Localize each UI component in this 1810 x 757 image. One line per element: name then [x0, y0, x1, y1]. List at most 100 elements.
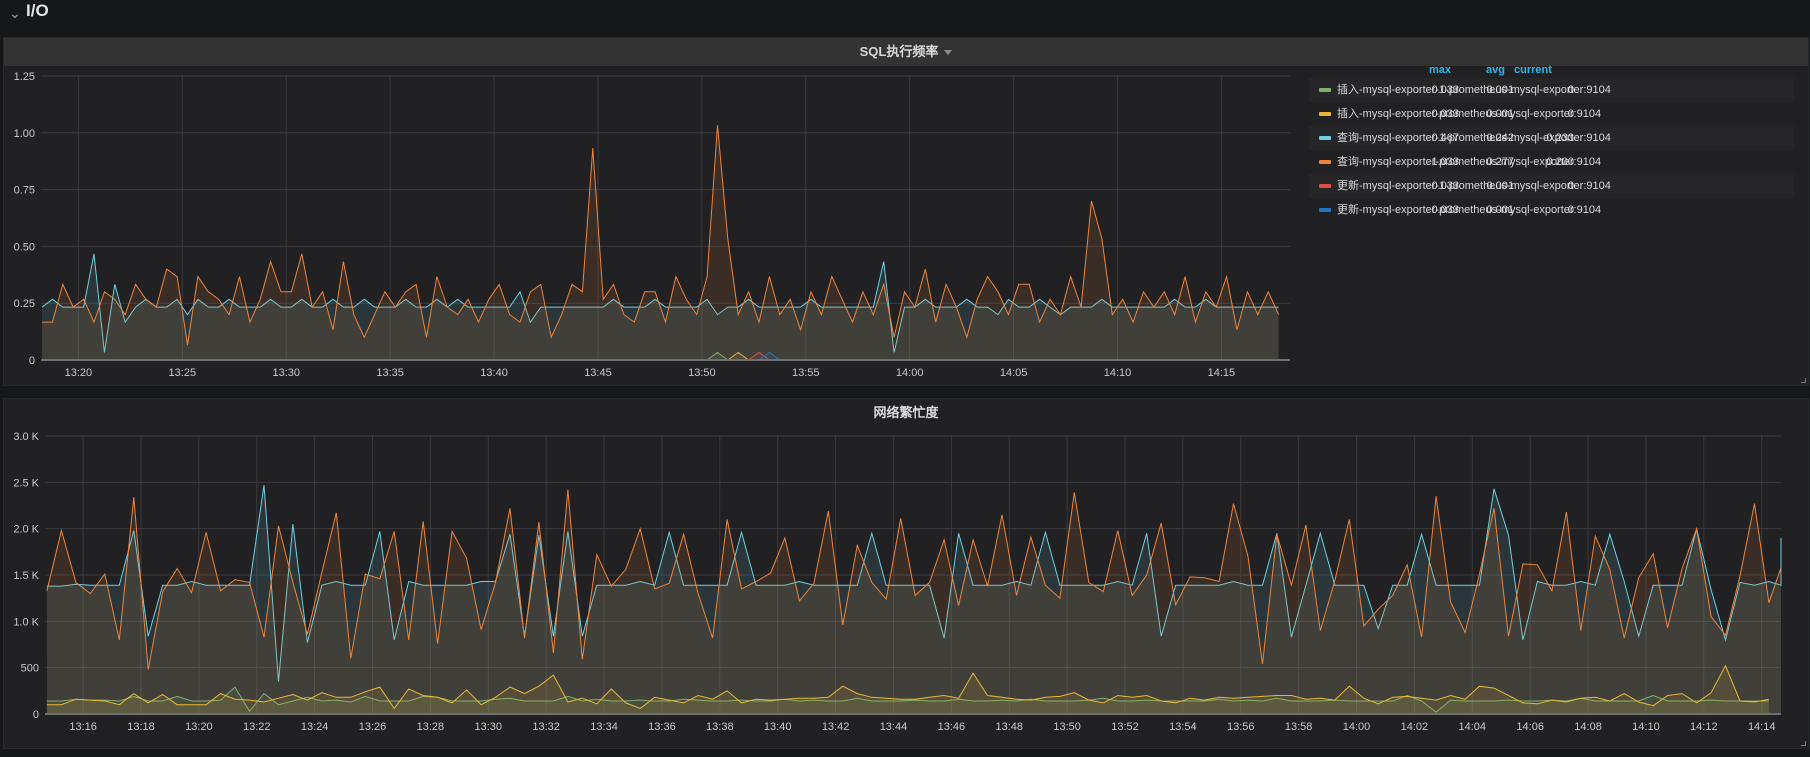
y-tick-label: 1.00 [14, 128, 35, 140]
legend-item[interactable]: 插入-mysql-exporter-1-prometheus-mysql-exp… [1309, 78, 1794, 102]
x-tick-label: 14:00 [1343, 721, 1371, 733]
x-tick-label: 13:56 [1227, 721, 1255, 733]
y-tick-label: 1.0 K [13, 616, 39, 628]
y-tick-label: 2.5 K [13, 477, 39, 489]
panel-sql-frequency: SQL执行频率 0 0.25 0.50 0.75 1.00 1.25 13:20 13:25 1… [3, 37, 1809, 386]
x-tick-label: 13:32 [532, 721, 560, 733]
legend-item[interactable]: 更新-mysql-exporter-prometheus-mysql-expor… [1309, 198, 1794, 222]
legend-avg: 0.277 [1486, 156, 1514, 168]
legend-col-max[interactable]: max [1429, 64, 1451, 76]
x-tick-label: 13:50 [688, 367, 716, 379]
x-tick-label: 13:54 [1169, 721, 1197, 733]
legend-item[interactable]: 查询-mysql-exporter-prometheus-mysql-expor… [1309, 150, 1794, 174]
legend-avg: 0.001 [1486, 108, 1514, 120]
legend-item[interactable]: 查询-mysql-exporter-1-prometheus-mysql-exp… [1309, 126, 1794, 150]
x-tick-label: 13:25 [169, 367, 197, 379]
x-tick-label: 13:28 [417, 721, 445, 733]
y-tick-label: 0.75 [14, 185, 35, 197]
row-title: I/O [26, 1, 49, 20]
series-color-swatch[interactable] [1319, 184, 1331, 188]
legend-item[interactable]: 插入-mysql-exporter-prometheus-mysql-expor… [1309, 102, 1794, 126]
y-tick-label: 0 [33, 709, 39, 721]
legend-item[interactable]: 更新-mysql-exporter-1-prometheus-mysql-exp… [1309, 174, 1794, 198]
x-tick-label: 13:44 [880, 721, 908, 733]
series-color-swatch[interactable] [1319, 208, 1331, 212]
x-tick-label: 13:40 [764, 721, 792, 733]
network-busy-chart: 0 500 1.0 K 1.5 K 2.0 K 2.5 K 3.0 K 13:16 13:18 1… [13, 431, 1782, 733]
x-tick-label: 13:42 [822, 721, 850, 733]
legend-avg: 0.001 [1486, 204, 1514, 216]
legend-current: 0 [1567, 84, 1574, 96]
chevron-down-icon[interactable]: ⌄ [9, 5, 21, 22]
panel-network-busy: 网络繁忙度 0 500 1.0 K 1.5 K 2.0 K 2.5 K 3.0 K 13:16… [3, 398, 1809, 749]
x-tick-label: 13:26 [359, 721, 387, 733]
legend: max avg current 插入-mysql-exporter-1-prom… [1309, 62, 1794, 222]
series-color-swatch[interactable] [1319, 88, 1331, 92]
x-tick-label: 13:16 [69, 721, 97, 733]
x-tick-label: 13:30 [272, 367, 300, 379]
x-tick-label: 14:05 [1000, 367, 1028, 379]
x-tick-label: 14:10 [1632, 721, 1660, 733]
resize-handle[interactable] [1801, 741, 1806, 746]
y-tick-label: 3.0 K [13, 431, 39, 443]
x-tick-label: 13:52 [1111, 721, 1139, 733]
legend-avg: 0.001 [1486, 84, 1514, 96]
x-tick-label: 13:36 [648, 721, 676, 733]
x-tick-label: 14:04 [1459, 721, 1487, 733]
legend-max: 0.033 [1431, 204, 1459, 216]
x-tick-label: 13:34 [590, 721, 618, 733]
legend-avg: 0.242 [1486, 132, 1514, 144]
series-area-3 [42, 125, 1279, 360]
x-tick-label: 14:12 [1690, 721, 1718, 733]
x-tick-label: 13:45 [584, 367, 612, 379]
x-tick-label: 13:40 [480, 367, 508, 379]
x-tick-label: 14:10 [1104, 367, 1132, 379]
x-tick-label: 14:15 [1208, 367, 1236, 379]
x-tick-label: 14:08 [1574, 721, 1602, 733]
legend-col-current[interactable]: current [1514, 64, 1552, 76]
legend-current: 0.200 [1546, 156, 1574, 168]
y-tick-label: 1.5 K [13, 570, 39, 582]
y-tick-label: 2.0 K [13, 524, 39, 536]
resize-handle[interactable] [1801, 378, 1806, 383]
x-tick-label: 13:35 [376, 367, 404, 379]
x-tick-label: 13:20 [65, 367, 93, 379]
legend-current: 0 [1567, 108, 1574, 120]
x-tick-label: 13:46 [938, 721, 966, 733]
x-tick-label: 14:02 [1401, 721, 1429, 733]
y-tick-label: 500 [21, 663, 39, 675]
series-color-swatch[interactable] [1319, 136, 1331, 140]
x-tick-label: 13:22 [243, 721, 271, 733]
legend-col-avg[interactable]: avg [1486, 64, 1505, 76]
legend-current: 0 [1567, 180, 1574, 192]
legend-header: max avg current [1309, 62, 1794, 78]
row-header[interactable]: ⌄ I/O [0, 0, 1810, 36]
legend-max: 1.033 [1431, 156, 1459, 168]
y-tick-label: 0 [29, 355, 35, 367]
legend-max: 0.033 [1431, 108, 1459, 120]
x-tick-label: 14:00 [896, 367, 924, 379]
series-color-swatch[interactable] [1319, 160, 1331, 164]
y-tick-label: 0.25 [14, 298, 35, 310]
x-tick-label: 13:38 [706, 721, 734, 733]
legend-max: 0.033 [1431, 180, 1459, 192]
x-tick-label: 13:24 [301, 721, 329, 733]
y-tick-label: 0.50 [14, 241, 35, 253]
x-tick-label: 13:30 [475, 721, 503, 733]
x-tick-label: 13:58 [1285, 721, 1313, 733]
series-area-1 [46, 489, 1781, 714]
x-tick-label: 13:50 [1053, 721, 1081, 733]
legend-avg: 0.001 [1486, 180, 1514, 192]
legend-current: 0 [1567, 204, 1574, 216]
x-tick-label: 13:55 [792, 367, 820, 379]
x-tick-label: 14:06 [1516, 721, 1544, 733]
x-tick-label: 13:18 [127, 721, 155, 733]
y-tick-label: 1.25 [14, 71, 35, 83]
series-color-swatch[interactable] [1319, 112, 1331, 116]
x-tick-label: 13:48 [995, 721, 1023, 733]
legend-max: 0.467 [1431, 132, 1459, 144]
legend-max: 0.033 [1431, 84, 1459, 96]
x-tick-label: 13:20 [185, 721, 213, 733]
x-tick-label: 14:14 [1748, 721, 1776, 733]
legend-current: 0.233 [1546, 132, 1574, 144]
